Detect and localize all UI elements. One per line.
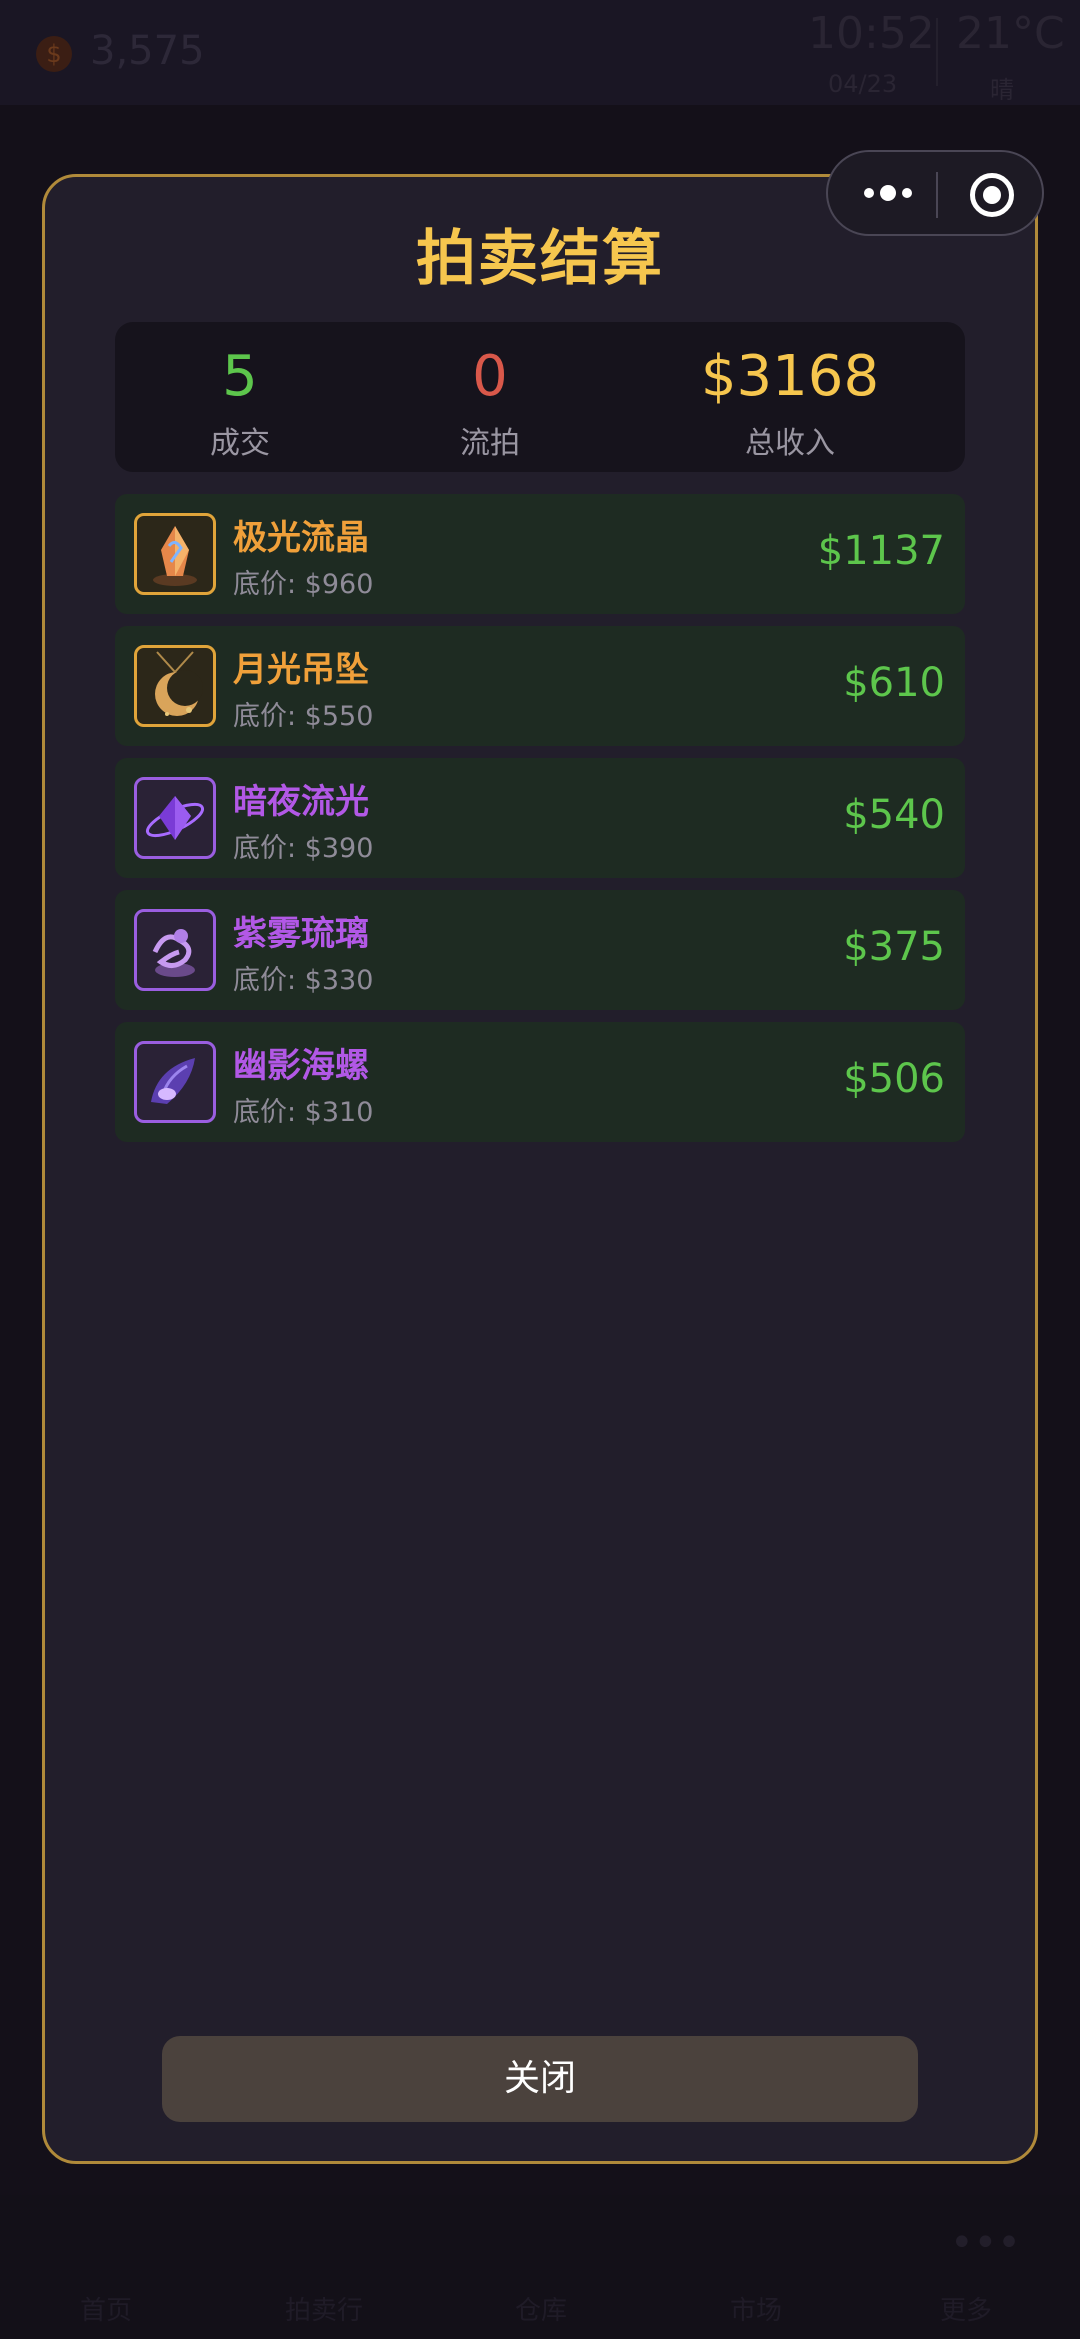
list-item: 极光流晶 底价: $960 $1137 bbox=[115, 494, 965, 614]
item-sold-price: $506 bbox=[843, 1056, 945, 1102]
item-base-price: 底价: $330 bbox=[233, 965, 374, 996]
moon-pendant-icon bbox=[134, 645, 216, 727]
item-base-price: 底价: $960 bbox=[233, 569, 374, 600]
list-item: 月光吊坠 底价: $550 $610 bbox=[115, 626, 965, 746]
background-time: 10:52 bbox=[808, 8, 935, 59]
background-top-bar: $ 3,575 10:52 04/23 21°C 晴 bbox=[0, 0, 1080, 105]
close-button[interactable]: 关闭 bbox=[162, 2036, 918, 2122]
conch-icon bbox=[134, 1041, 216, 1123]
more-options-icon[interactable] bbox=[858, 178, 918, 208]
income-label: 总收入 bbox=[745, 426, 835, 461]
mist-glass-icon bbox=[134, 909, 216, 991]
list-item: 幽影海螺 底价: $310 $506 bbox=[115, 1022, 965, 1142]
item-sold-price: $1137 bbox=[817, 528, 945, 574]
nav-item: 更多 bbox=[940, 2296, 993, 2326]
item-sold-price: $540 bbox=[843, 792, 945, 838]
background-date: 04/23 bbox=[828, 70, 898, 98]
nav-item: 首页 bbox=[80, 2296, 133, 2326]
income-stat: $3168 总收入 bbox=[645, 322, 935, 472]
divider bbox=[936, 18, 938, 86]
dark-gem-icon bbox=[134, 777, 216, 859]
miniprogram-capsule bbox=[826, 150, 1044, 236]
page: $ 3,575 10:52 04/23 21°C 晴 首页 拍卖行 仓库 市场 … bbox=[0, 0, 1080, 2339]
item-name: 暗夜流光 bbox=[233, 782, 369, 822]
crystal-icon bbox=[134, 513, 216, 595]
passed-label: 流拍 bbox=[460, 426, 520, 461]
item-sold-price: $375 bbox=[843, 924, 945, 970]
list-item: 紫雾琉璃 底价: $330 $375 bbox=[115, 890, 965, 1010]
background-money: 3,575 bbox=[90, 28, 205, 74]
settlement-summary: 5 成交 0 流拍 $3168 总收入 bbox=[115, 322, 965, 472]
capsule-divider bbox=[936, 172, 938, 218]
deals-stat: 5 成交 bbox=[115, 322, 365, 472]
background-temperature: 21°C bbox=[956, 8, 1065, 59]
background-weather: 晴 bbox=[990, 76, 1014, 104]
item-name: 幽影海螺 bbox=[233, 1046, 369, 1086]
list-item: 暗夜流光 底价: $390 $540 bbox=[115, 758, 965, 878]
more-icon: ••• bbox=[950, 2220, 1021, 2266]
passed-stat: 0 流拍 bbox=[365, 322, 615, 472]
nav-item: 仓库 bbox=[515, 2296, 568, 2326]
item-name: 月光吊坠 bbox=[233, 650, 369, 690]
coin-icon: $ bbox=[36, 36, 72, 72]
nav-item: 拍卖行 bbox=[285, 2296, 364, 2326]
item-sold-price: $610 bbox=[843, 660, 945, 706]
exit-icon[interactable] bbox=[970, 173, 1014, 217]
item-base-price: 底价: $390 bbox=[233, 833, 374, 864]
item-name: 紫雾琉璃 bbox=[233, 914, 369, 954]
auction-settlement-modal bbox=[42, 174, 1038, 2164]
total-income: $3168 bbox=[700, 344, 880, 409]
passed-count: 0 bbox=[472, 344, 508, 409]
deals-count: 5 bbox=[222, 344, 258, 409]
item-base-price: 底价: $310 bbox=[233, 1097, 374, 1128]
deals-label: 成交 bbox=[210, 426, 270, 461]
sold-items-list: 极光流晶 底价: $960 $1137 月光吊坠 底价: $550 $610 暗… bbox=[115, 494, 965, 1154]
item-name: 极光流晶 bbox=[233, 518, 369, 558]
nav-item: 市场 bbox=[730, 2296, 783, 2326]
item-base-price: 底价: $550 bbox=[233, 701, 374, 732]
